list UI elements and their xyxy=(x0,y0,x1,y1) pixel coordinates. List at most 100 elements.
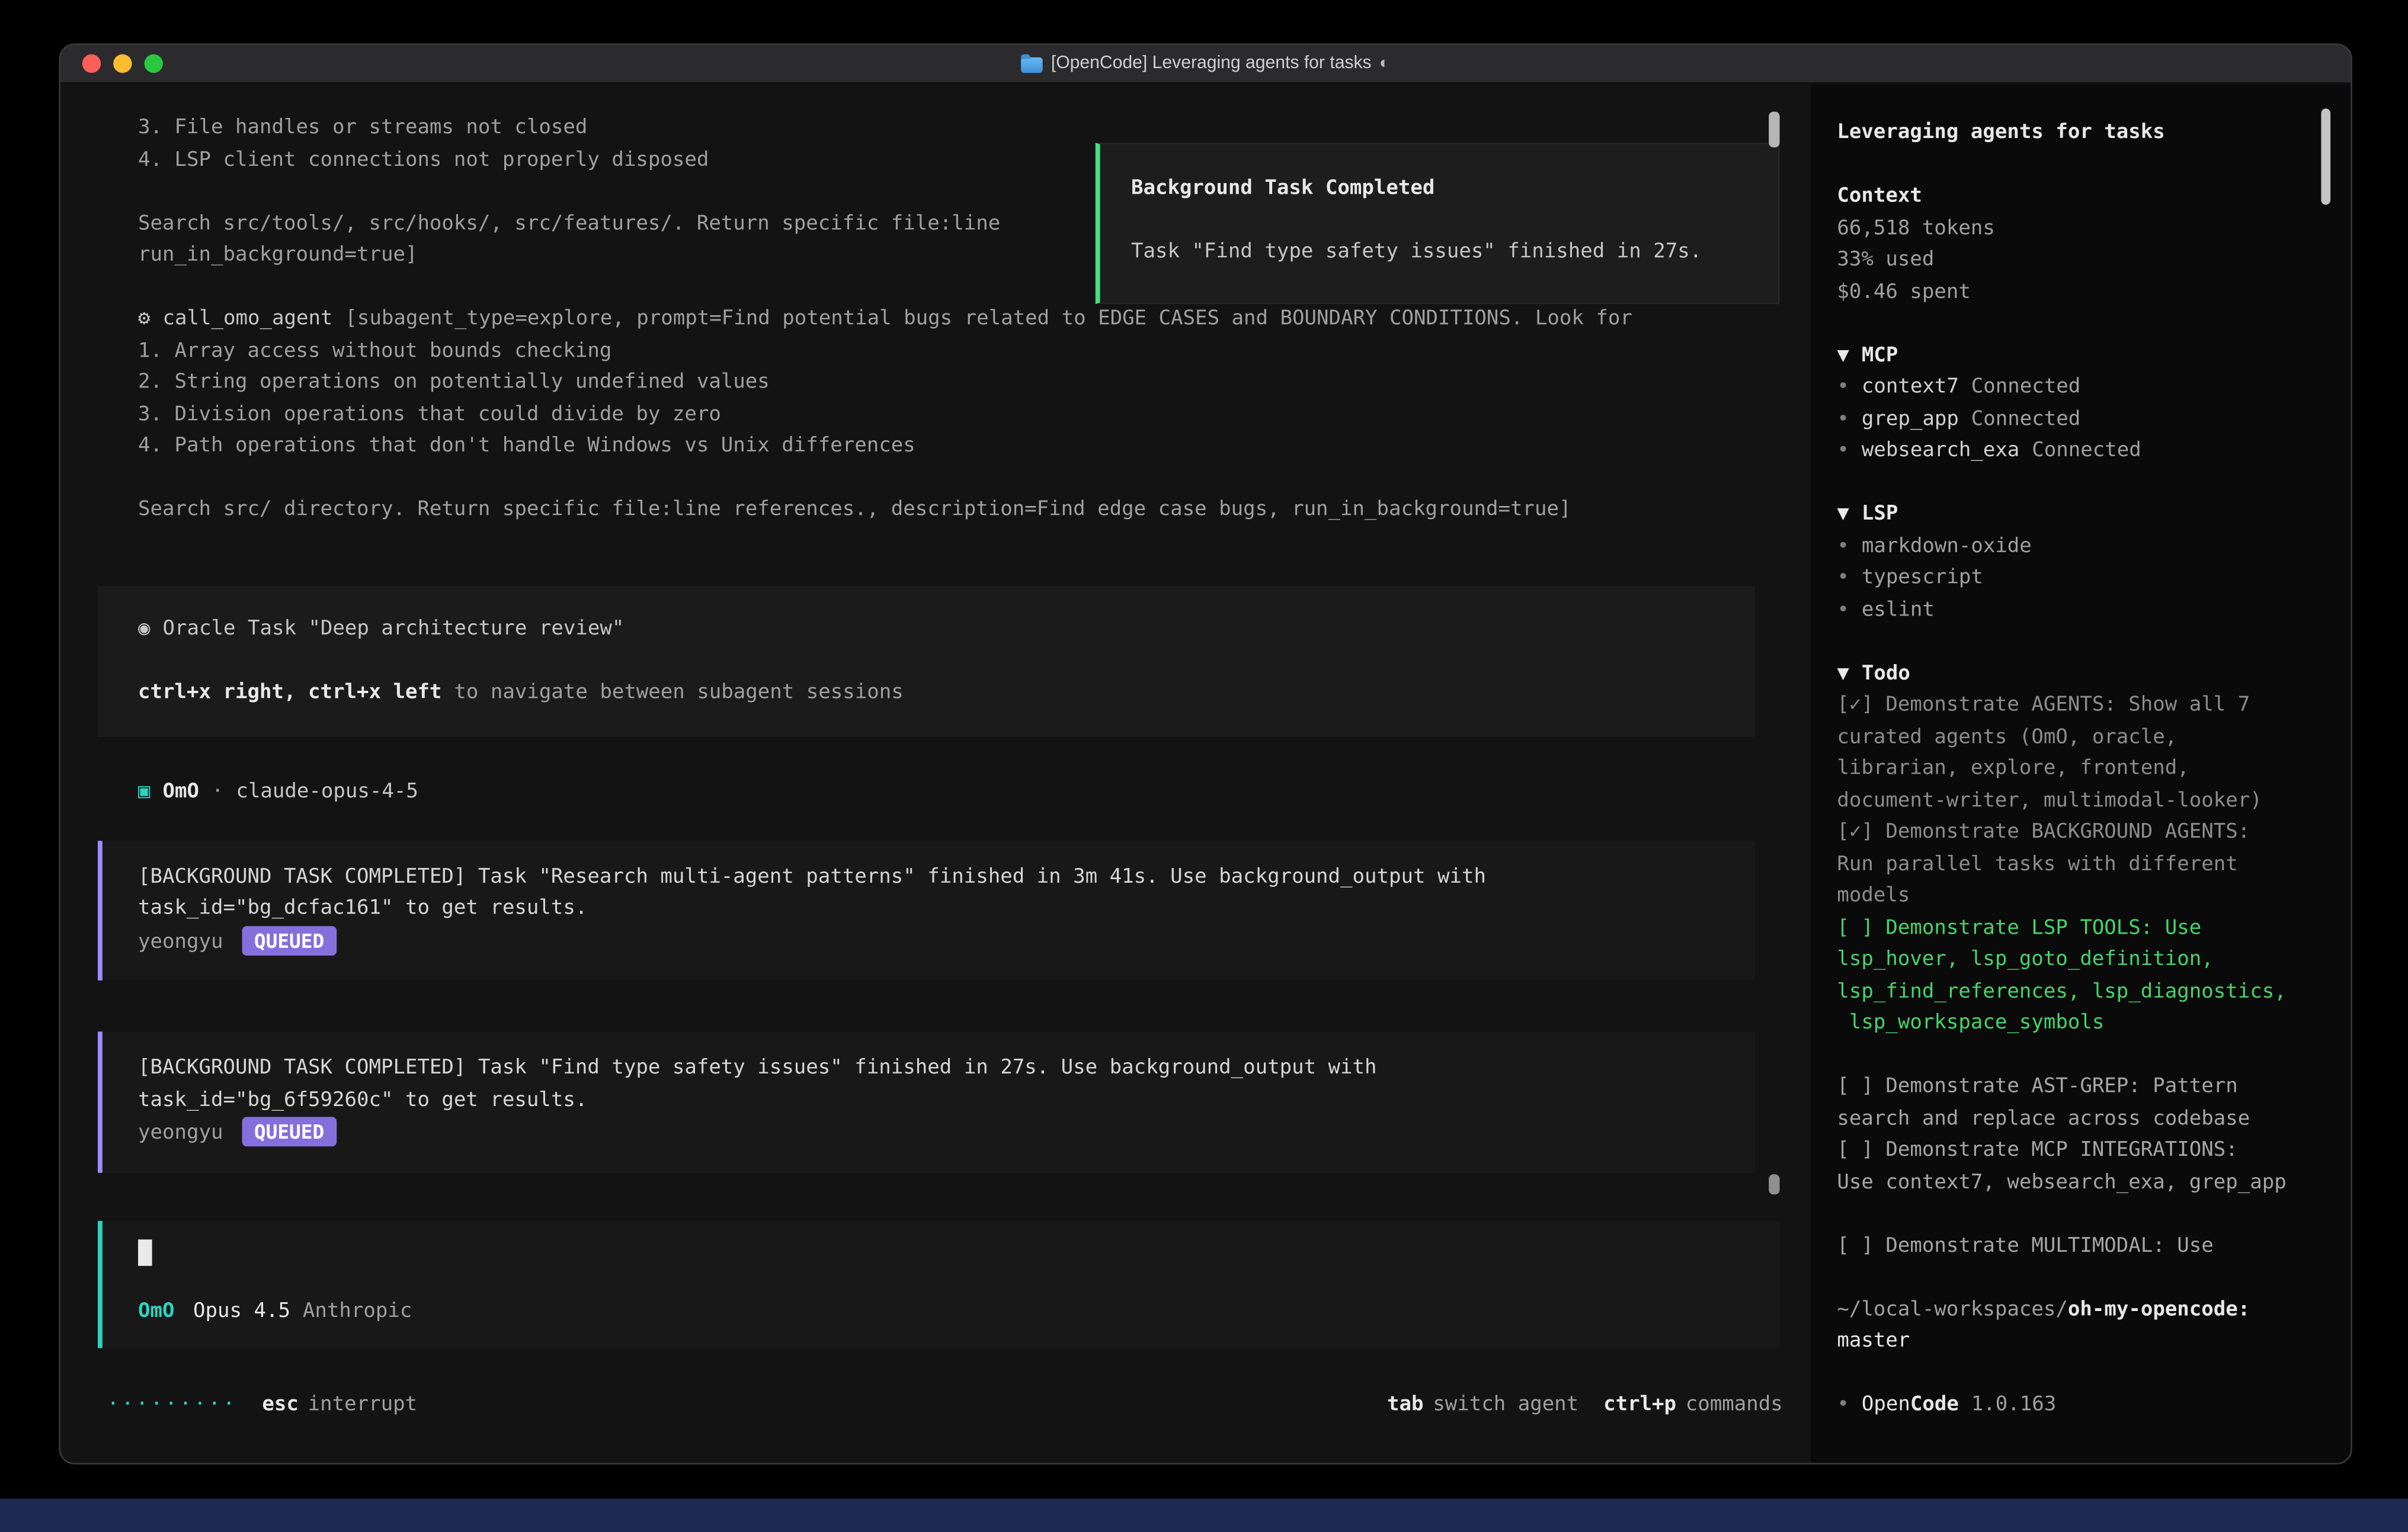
lsp-item: • eslint xyxy=(1837,595,2326,627)
mcp-item-status: Connected xyxy=(2032,439,2141,462)
desktop: [OpenCode] Leveraging agents for tasks◐ … xyxy=(0,0,2408,1532)
todo-item-done: [✓] Demonstrate AGENTS: Show all 7 curat… xyxy=(1837,690,2326,818)
todo-line: lsp_workspace_symbols xyxy=(1837,1008,2326,1040)
folder-icon xyxy=(1022,57,1043,72)
context-tokens: 66,518 tokens xyxy=(1837,213,2326,245)
oracle-task-panel[interactable]: ◉Oracle Task "Deep architecture review" … xyxy=(98,586,1755,737)
terminal-line: 3. Division operations that could divide… xyxy=(138,399,1761,431)
todo-line: [ ] Demonstrate LSP TOOLS: Use xyxy=(1837,913,2326,945)
separator-dot: · xyxy=(212,780,223,803)
navigation-hint: ctrl+x right, ctrl+x leftto navigate bet… xyxy=(138,677,1724,709)
message-block[interactable]: [BACKGROUND TASK COMPLETED] Task "Resear… xyxy=(98,840,1755,980)
context-heading: Context xyxy=(1837,181,2326,213)
queued-badge: QUEUED xyxy=(242,925,337,955)
bullet-icon: • xyxy=(1837,376,1849,399)
triangle-down-icon: ▼ xyxy=(1837,502,1849,525)
workspace-repo: oh-my-opencode: xyxy=(2068,1297,2250,1321)
terminal-line: Search src/ directory. Return specific f… xyxy=(138,495,1761,527)
todo-item-pending: [ ] Demonstrate AST-GREP: Pattern search… xyxy=(1837,1072,2326,1135)
todo-line: Use context7, websearch_exa, grep_app xyxy=(1837,1167,2326,1199)
status-right: tabswitch agentctrl+pcommands xyxy=(1387,1389,1783,1421)
context-spent: $0.46 spent xyxy=(1837,277,2326,309)
queued-badge: QUEUED xyxy=(242,1117,337,1146)
half-circle-icon: ◐ xyxy=(1379,55,1389,73)
workspace-branch: master xyxy=(1837,1326,2326,1358)
panel-blank-line xyxy=(138,645,1724,677)
todo-line: [ ] Demonstrate AST-GREP: Pattern xyxy=(1837,1072,2326,1104)
terminal-line xyxy=(138,463,1761,495)
todo-line: [✓] Demonstrate AGENTS: Show all 7 xyxy=(1837,690,2326,722)
lsp-section-heading[interactable]: ▼LSP xyxy=(1837,499,2326,531)
zoom-button[interactable] xyxy=(145,55,163,73)
mcp-heading-label: MCP xyxy=(1862,344,1898,367)
status-left: ·········escinterrupt xyxy=(107,1389,417,1421)
toast-body: Task "Find type safety issues" finished … xyxy=(1131,238,1753,270)
terminal-window: [OpenCode] Leveraging agents for tasks◐ … xyxy=(59,43,2352,1464)
esc-key-label: interrupt xyxy=(308,1392,417,1415)
input-agent: OmO xyxy=(138,1300,174,1323)
cmd-key-label: commands xyxy=(1686,1392,1783,1415)
traffic-lights xyxy=(82,55,163,73)
triangle-down-icon: ▼ xyxy=(1837,662,1849,685)
sidebar: Leveraging agents for tasks Context 66,5… xyxy=(1811,84,2351,1463)
message-author: yeongyu xyxy=(138,1121,223,1145)
cmd-key-hint: ctrl+p xyxy=(1603,1392,1676,1415)
spinner: ········· xyxy=(107,1392,238,1415)
status-bar: ·········escinterrupt tabswitch agentctr… xyxy=(107,1389,1783,1421)
bullet-icon: • xyxy=(1837,1393,1849,1416)
sidebar-scrollbar-thumb[interactable] xyxy=(2321,108,2330,204)
todo-line: document-writer, multimodal-looker) xyxy=(1837,786,2326,818)
close-button[interactable] xyxy=(82,55,101,73)
toast-blank-line xyxy=(1131,206,1753,238)
todo-line: lsp_find_references, lsp_diagnostics, xyxy=(1837,976,2326,1008)
todo-line: models xyxy=(1837,881,2326,913)
bullet-icon: • xyxy=(1837,439,1849,462)
terminal-main[interactable]: 3. File handles or streams not closed 4.… xyxy=(60,84,1811,1463)
agent-square-icon: ▣ xyxy=(138,780,150,803)
toast-title: Background Task Completed xyxy=(1131,174,1753,206)
oracle-task-title: ◉Oracle Task "Deep architecture review" xyxy=(138,614,1724,646)
text-cursor xyxy=(138,1239,152,1265)
notification-toast: Background Task Completed Task "Find typ… xyxy=(1096,143,1780,304)
mcp-item-name: websearch_exa xyxy=(1862,439,2019,462)
minimize-button[interactable] xyxy=(113,55,132,73)
todo-line: search and replace across codebase xyxy=(1837,1104,2326,1136)
lsp-item-name: typescript xyxy=(1862,566,1983,589)
main-scrollbar-thumb[interactable] xyxy=(1769,112,1779,148)
bullet-icon: • xyxy=(1837,598,1849,621)
todo-item-pending: [ ] Demonstrate MCP INTEGRATIONS: Use co… xyxy=(1837,1136,2326,1199)
agent-name: OmO xyxy=(163,780,199,803)
bullet-icon: • xyxy=(1837,534,1849,557)
message-meta: yeongyu QUEUED xyxy=(138,1117,1730,1150)
lsp-item: •markdown-oxide xyxy=(1837,531,2326,563)
mcp-item: •grep_appConnected xyxy=(1837,404,2326,436)
message-text: task_id="bg_6f59260c" to get results. xyxy=(138,1085,1730,1117)
agent-header: ▣OmO·claude-opus-4-5 xyxy=(138,777,1761,809)
app-version-number: 1.0.163 xyxy=(1971,1393,2056,1416)
message-block[interactable]: [BACKGROUND TASK COMPLETED] Task "Find t… xyxy=(98,1031,1755,1172)
triangle-down-icon: ▼ xyxy=(1837,344,1849,367)
workspace-path: ~/local-workspaces/oh-my-opencode: xyxy=(1837,1294,2326,1326)
prompt-input[interactable]: OmOOpus 4.5Anthropic xyxy=(98,1220,1780,1348)
message-meta: yeongyu QUEUED xyxy=(138,925,1730,959)
titlebar[interactable]: [OpenCode] Leveraging agents for tasks ◐ xyxy=(60,45,2351,84)
gear-icon: ⚙ xyxy=(138,307,150,330)
tab-key-label: switch agent xyxy=(1433,1392,1578,1415)
message-author: yeongyu xyxy=(138,930,223,953)
window-title-text: [OpenCode] Leveraging agents for tasks xyxy=(1051,55,1372,73)
mcp-item-name: context7 xyxy=(1862,376,1959,399)
oracle-task-title-text: Oracle Task "Deep architecture review" xyxy=(163,617,625,640)
todo-section-heading[interactable]: ▼ Todo xyxy=(1837,659,2326,691)
lsp-item-name: eslint xyxy=(1862,598,1935,621)
todo-item-active: [ ] Demonstrate LSP TOOLS: Use lsp_hover… xyxy=(1837,913,2326,1040)
desktop-bottom-strip xyxy=(0,1499,2408,1532)
message-text: [BACKGROUND TASK COMPLETED] Task "Resear… xyxy=(138,862,1730,894)
todo-line: lsp_hover, lsp_goto_definition, xyxy=(1837,945,2326,977)
mcp-section-heading[interactable]: ▼ MCP xyxy=(1837,341,2326,373)
todo-heading-label: Todo xyxy=(1862,662,1910,685)
input-model: Opus 4.5 xyxy=(193,1300,290,1323)
message-scrollbar-thumb[interactable] xyxy=(1769,1174,1779,1194)
app-version: •OpenCode1.0.163 xyxy=(1837,1390,2326,1422)
todo-line: Run parallel tasks with different xyxy=(1837,850,2326,882)
input-line[interactable] xyxy=(138,1239,1755,1272)
